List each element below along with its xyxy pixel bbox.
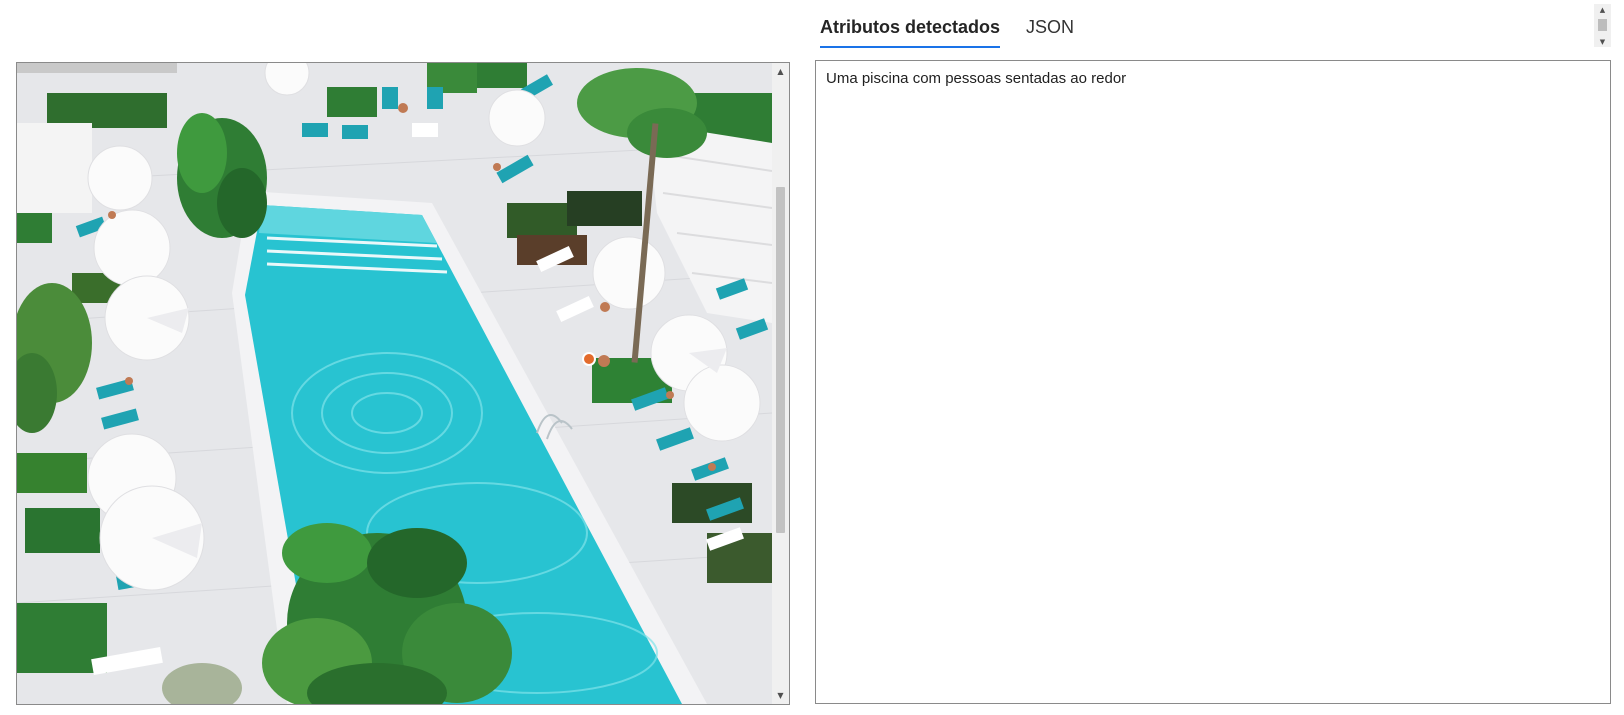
image-preview-panel: ▲ ▼: [16, 62, 790, 705]
chevron-up-icon[interactable]: ▲: [1594, 4, 1611, 15]
pool-photo: [17, 63, 772, 704]
tab-bar: Atributos detectados JSON: [820, 14, 1074, 48]
tab-detected-attributes[interactable]: Atributos detectados: [820, 14, 1001, 48]
scrollbar-thumb[interactable]: [776, 187, 785, 533]
tabs-scrollbar[interactable]: ▲ ▼: [1594, 4, 1611, 47]
scrollbar-thumb[interactable]: [1598, 19, 1607, 31]
image-scrollbar[interactable]: ▲ ▼: [772, 63, 789, 704]
chevron-down-icon[interactable]: ▼: [1594, 36, 1611, 47]
chevron-up-icon[interactable]: ▲: [772, 63, 789, 80]
detected-attributes-output: Uma piscina com pessoas sentadas ao redo…: [815, 60, 1611, 704]
chevron-down-icon[interactable]: ▼: [772, 687, 789, 704]
image-caption-text: Uma piscina com pessoas sentadas ao redo…: [826, 70, 1127, 87]
tab-json[interactable]: JSON: [1026, 14, 1074, 48]
